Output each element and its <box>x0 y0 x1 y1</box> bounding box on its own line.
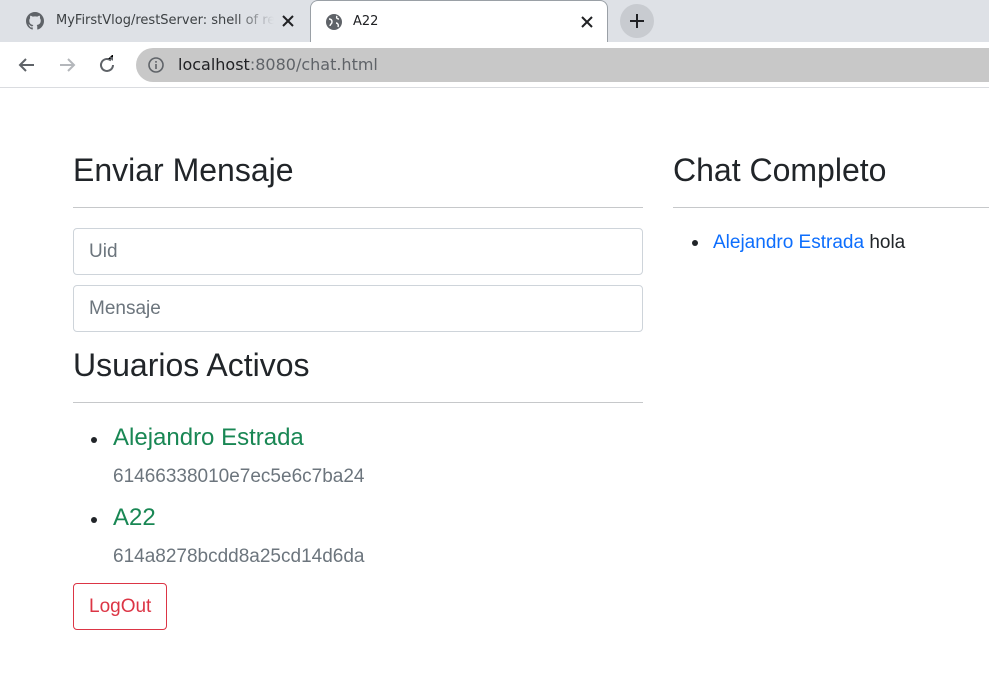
arrow-right-icon <box>60 58 76 72</box>
uid-input[interactable] <box>73 228 643 275</box>
browser-tabstrip: MyFirstVlog/restServer: shell of rest se… <box>0 0 989 42</box>
tab-title: MyFirstVlog/restServer: shell of rest se… <box>56 13 274 28</box>
user-uid: 614a8278bcdd8a25cd14d6da <box>113 546 365 567</box>
chat-message: Alejandro Estrada hola <box>673 230 989 256</box>
user-name: A22 <box>113 504 156 531</box>
chat-heading: Chat Completo <box>673 152 887 188</box>
active-users-list: Alejandro Estrada 61466338010e7ec5e6c7ba… <box>73 423 643 569</box>
left-column: Enviar Mensaje Usuarios Activos Alejandr… <box>73 151 643 630</box>
right-column: Chat Completo Alejandro Estrada hola <box>673 151 989 256</box>
new-tab-button[interactable] <box>620 4 654 38</box>
globe-icon <box>325 13 343 31</box>
active-users-heading: Usuarios Activos <box>73 347 310 383</box>
plus-icon <box>630 14 644 28</box>
info-icon[interactable] <box>148 57 164 73</box>
message-input[interactable] <box>73 285 643 332</box>
divider <box>73 402 643 403</box>
close-tab-icon[interactable] <box>278 11 298 31</box>
github-icon <box>26 12 44 30</box>
user-name: Alejandro Estrada <box>113 424 304 451</box>
divider <box>73 207 643 208</box>
arrow-left-icon <box>18 58 34 72</box>
user-uid: 61466338010e7ec5e6c7ba24 <box>113 466 365 487</box>
url-text: localhost:8080/chat.html <box>178 56 378 74</box>
browser-tab-github[interactable]: MyFirstVlog/restServer: shell of rest se… <box>8 0 308 42</box>
list-item: A22 614a8278bcdd8a25cd14d6da <box>73 503 643 569</box>
send-message-heading: Enviar Mensaje <box>73 152 294 188</box>
list-item: Alejandro Estrada 61466338010e7ec5e6c7ba… <box>73 423 643 489</box>
logout-button[interactable]: LogOut <box>73 583 168 630</box>
chat-messages-list: Alejandro Estrada hola <box>673 230 989 256</box>
message-author: Alejandro Estrada <box>713 232 865 253</box>
back-button[interactable] <box>13 51 41 79</box>
close-tab-icon[interactable] <box>577 12 597 32</box>
reload-icon <box>100 55 114 72</box>
url-host: localhost <box>178 55 250 74</box>
forward-button[interactable] <box>53 51 81 79</box>
browser-tab-a22[interactable]: A22 <box>310 0 608 42</box>
divider <box>673 207 989 208</box>
url-path: :8080/chat.html <box>249 55 378 74</box>
browser-toolbar: localhost:8080/chat.html <box>0 42 989 88</box>
reload-button[interactable] <box>93 51 121 79</box>
page-content: Enviar Mensaje Usuarios Activos Alejandr… <box>0 89 989 677</box>
tab-title: A22 <box>353 14 379 29</box>
address-bar[interactable]: localhost:8080/chat.html <box>136 48 989 82</box>
message-text: hola <box>869 232 906 253</box>
